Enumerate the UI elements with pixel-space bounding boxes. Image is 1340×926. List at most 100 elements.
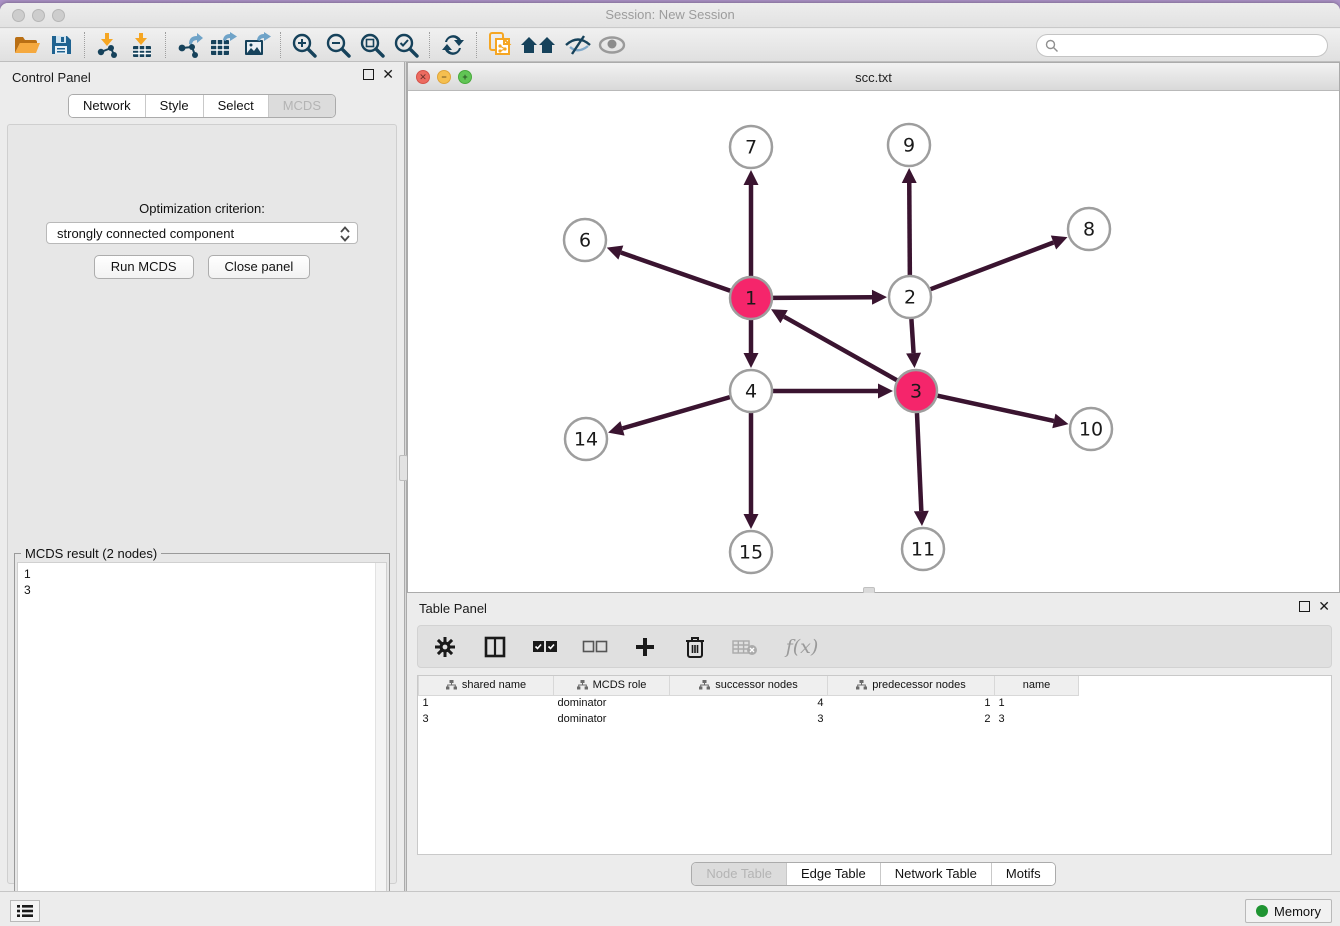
main-toolbar: [0, 29, 1340, 62]
table-panel: Table Panel ✕: [407, 593, 1340, 891]
node-label-7: 7: [745, 137, 757, 159]
apply-layout-icon[interactable]: [436, 31, 470, 59]
show-panels-list-icon[interactable]: [10, 900, 40, 922]
table-panel-header: Table Panel ✕: [407, 593, 1340, 621]
save-session-icon[interactable]: [44, 31, 78, 59]
network-view-title: scc.txt: [408, 70, 1339, 85]
column-header-predecessor-nodes[interactable]: predecessor nodes: [828, 676, 995, 695]
optimization-criterion-select[interactable]: strongly connected component: [46, 222, 358, 244]
node-label-3: 3: [910, 381, 922, 403]
memory-label: Memory: [1274, 904, 1321, 919]
tab-mcds[interactable]: MCDS: [268, 95, 335, 117]
import-network-icon[interactable]: [91, 31, 125, 59]
tab-network[interactable]: Network: [69, 95, 145, 117]
optimization-criterion-label: Optimization criterion:: [8, 201, 396, 216]
select-all-icon[interactable]: [532, 634, 558, 660]
node-label-10: 10: [1079, 419, 1103, 441]
search-box: [1036, 34, 1328, 57]
mcds-result-title: MCDS result (2 nodes): [21, 546, 161, 561]
import-table-icon[interactable]: [125, 31, 159, 59]
show-panel-eye-icon[interactable]: [595, 31, 629, 59]
delete-table-icon[interactable]: [732, 634, 758, 660]
network-canvas[interactable]: 7968124314101511: [408, 91, 1339, 592]
mcds-result-fieldset: MCDS result (2 nodes) 1 3: [14, 553, 390, 926]
tab-network-table[interactable]: Network Table: [880, 863, 991, 885]
network-window-titlebar[interactable]: ✕ − + scc.txt: [408, 63, 1339, 91]
tab-edge-table[interactable]: Edge Table: [786, 863, 880, 885]
edge-3-10[interactable]: [937, 396, 1053, 421]
add-column-icon[interactable]: [632, 634, 658, 660]
deselect-all-icon[interactable]: [582, 634, 608, 660]
search-icon: [1045, 39, 1059, 53]
dropdown-stepper-icon: [337, 225, 353, 241]
node-label-2: 2: [904, 287, 916, 309]
column-header-name[interactable]: name: [995, 676, 1079, 695]
window-title: Session: New Session: [0, 7, 1340, 22]
table-row[interactable]: 1 dominator 4 1 1: [419, 695, 1079, 711]
status-bar: Memory: [0, 891, 1340, 926]
export-network-icon[interactable]: [172, 31, 206, 59]
zoom-in-icon[interactable]: [287, 31, 321, 59]
column-header-mcds-role[interactable]: MCDS role: [554, 676, 670, 695]
mcds-result-text[interactable]: 1 3: [17, 562, 387, 926]
tab-select[interactable]: Select: [203, 95, 268, 117]
column-header-successor-nodes[interactable]: successor nodes: [670, 676, 828, 695]
export-image-icon[interactable]: [240, 31, 274, 59]
float-panel-icon[interactable]: [363, 69, 374, 80]
network-view-window: ✕ − + scc.txt 7968124314101511: [407, 62, 1340, 593]
function-builder-icon[interactable]: f(x): [782, 634, 822, 660]
toolbar-separator: [280, 32, 281, 58]
column-type-icon: [577, 680, 588, 690]
node-label-1: 1: [745, 288, 757, 310]
control-panel-header: Control Panel ✕: [0, 62, 404, 92]
table-row[interactable]: 3 dominator 3 2 3: [419, 711, 1079, 727]
node-label-11: 11: [911, 539, 935, 561]
close-table-panel-icon[interactable]: ✕: [1318, 601, 1330, 612]
node-label-9: 9: [903, 135, 915, 157]
edge-1-2[interactable]: [773, 297, 872, 298]
network-overview-icon[interactable]: [517, 31, 561, 59]
toolbar-separator: [84, 32, 85, 58]
open-session-icon[interactable]: [10, 31, 44, 59]
float-table-panel-icon[interactable]: [1299, 601, 1310, 612]
show-columns-icon[interactable]: [482, 634, 508, 660]
node-label-6: 6: [579, 230, 591, 252]
delete-column-icon[interactable]: [682, 634, 708, 660]
tab-motifs[interactable]: Motifs: [991, 863, 1055, 885]
export-table-icon[interactable]: [206, 31, 240, 59]
result-line: 3: [24, 582, 386, 598]
toolbar-separator: [429, 32, 430, 58]
tab-style[interactable]: Style: [145, 95, 203, 117]
zoom-selected-icon[interactable]: [389, 31, 423, 59]
edge-4-14[interactable]: [622, 397, 729, 428]
cyndex-icon[interactable]: [483, 31, 517, 59]
title-bar: Session: New Session: [0, 3, 1340, 28]
zoom-fit-icon[interactable]: [355, 31, 389, 59]
edge-3-11[interactable]: [917, 413, 921, 511]
settings-gear-icon[interactable]: [432, 634, 458, 660]
close-panel-button[interactable]: Close panel: [208, 255, 311, 279]
memory-button[interactable]: Memory: [1245, 899, 1332, 923]
dropdown-value: strongly connected component: [57, 226, 234, 241]
control-panel-tab-group: Network Style Select MCDS: [68, 94, 336, 118]
table-toolbar: f(x): [417, 625, 1332, 668]
tab-node-table[interactable]: Node Table: [692, 863, 786, 885]
close-panel-icon[interactable]: ✕: [382, 69, 394, 80]
edge-1-6[interactable]: [621, 253, 730, 291]
column-type-icon: [699, 680, 710, 690]
column-header-shared-name[interactable]: shared name: [419, 676, 554, 695]
node-label-14: 14: [574, 429, 598, 451]
run-mcds-button[interactable]: Run MCDS: [94, 255, 194, 279]
node-label-15: 15: [739, 542, 763, 564]
edge-2-8[interactable]: [931, 242, 1054, 289]
edge-2-3[interactable]: [911, 319, 913, 353]
edge-3-1[interactable]: [784, 317, 897, 381]
result-scrollbar[interactable]: [375, 563, 386, 926]
search-input[interactable]: [1059, 35, 1327, 56]
zoom-out-icon[interactable]: [321, 31, 355, 59]
memory-status-icon: [1256, 905, 1268, 917]
fx-label: f(x): [786, 636, 819, 658]
toolbar-separator: [476, 32, 477, 58]
hide-panel-eye-icon[interactable]: [561, 31, 595, 59]
edge-2-9[interactable]: [909, 183, 910, 275]
